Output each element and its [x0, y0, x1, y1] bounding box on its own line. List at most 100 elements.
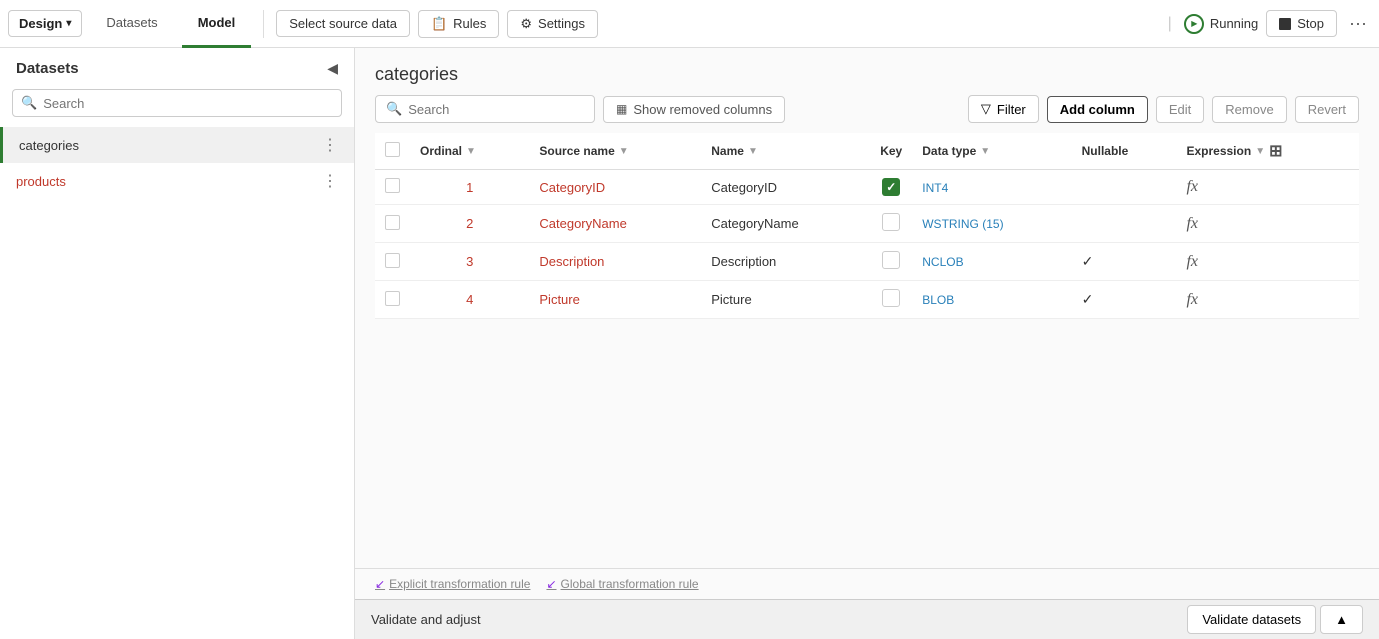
explicit-transformation-label: Explicit transformation rule: [389, 577, 530, 591]
table-row: 4 Picture Picture BLOB ✓ fx: [375, 281, 1359, 319]
show-removed-label: Show removed columns: [633, 102, 772, 117]
fx-icon: fx: [1186, 215, 1198, 232]
sidebar-title: Datasets: [16, 60, 79, 77]
row-4-source-name: Picture: [529, 281, 701, 319]
row-1-nullable: [1072, 170, 1177, 205]
row-2-expression[interactable]: fx: [1176, 205, 1359, 243]
validate-datasets-button[interactable]: Validate datasets: [1187, 605, 1316, 634]
collapse-sidebar-button[interactable]: ◀: [327, 60, 338, 77]
row-3-key-empty: [882, 251, 900, 269]
sidebar-search-input[interactable]: [43, 96, 333, 111]
global-transformation-link[interactable]: ↙ Global transformation rule: [546, 577, 698, 591]
table-wrap: Ordinal ▼ Source name ▼: [355, 133, 1379, 568]
header-expression: Expression ▼ ⊞: [1176, 133, 1359, 170]
row-3-name: Description: [701, 243, 870, 281]
show-removed-button[interactable]: ▦ Show removed columns: [603, 96, 785, 123]
bottom-bar: Validate and adjust Validate datasets ▲: [355, 599, 1379, 639]
sidebar-item-categories[interactable]: categories ⋮: [0, 127, 354, 163]
more-button[interactable]: ···: [1345, 9, 1371, 38]
row-1-expression[interactable]: fx: [1176, 170, 1359, 205]
settings-label: Settings: [538, 16, 585, 31]
content-title: categories: [375, 64, 1359, 85]
row-1-key-checked: [882, 178, 900, 196]
settings-button[interactable]: ⚙ Settings: [507, 10, 598, 38]
content-toolbar: 🔍 ▦ Show removed columns ▽ Filter Add co…: [375, 95, 1359, 123]
expand-bottom-bar-button[interactable]: ▲: [1320, 605, 1363, 634]
row-3-checkbox-cell[interactable]: [375, 243, 410, 281]
grid-small-icon: ▦: [616, 102, 627, 116]
row-4-key: [870, 281, 912, 319]
row-4-key-empty: [882, 289, 900, 307]
content-footer: ↙ Explicit transformation rule ↙ Global …: [355, 568, 1379, 599]
content-header: categories 🔍 ▦ Show removed columns ▽ Fi…: [355, 48, 1379, 133]
design-button[interactable]: Design ▾: [8, 10, 82, 37]
select-source-label: Select source data: [289, 16, 397, 31]
row-4-expression[interactable]: fx: [1176, 281, 1359, 319]
content-search-input[interactable]: [408, 102, 584, 117]
row-3-source-name: Description: [529, 243, 701, 281]
expression-grid-icon[interactable]: ⊞: [1269, 141, 1282, 161]
global-arrow-icon: ↙: [546, 577, 556, 591]
row-3-checkbox[interactable]: [385, 253, 400, 268]
row-4-checkbox[interactable]: [385, 291, 400, 306]
row-3-ordinal: 3: [410, 243, 529, 281]
row-1-checkbox-cell[interactable]: [375, 170, 410, 205]
row-2-checkbox-cell[interactable]: [375, 205, 410, 243]
header-data-type: Data type ▼: [912, 133, 1071, 170]
explicit-arrow-icon: ↙: [375, 577, 385, 591]
source-name-sort-icon[interactable]: ▼: [619, 146, 629, 157]
name-sort-icon[interactable]: ▼: [748, 146, 758, 157]
add-column-button[interactable]: Add column: [1047, 96, 1148, 123]
row-2-checkbox[interactable]: [385, 215, 400, 230]
sidebar-item-label-categories: categories: [19, 138, 79, 153]
rules-button[interactable]: 📋 Rules: [418, 10, 499, 38]
expression-sort-icon[interactable]: ▼: [1255, 146, 1265, 157]
select-all-checkbox[interactable]: [385, 142, 400, 157]
running-label: Running: [1210, 16, 1258, 31]
row-3-expression[interactable]: fx: [1176, 243, 1359, 281]
explicit-transformation-link[interactable]: ↙ Explicit transformation rule: [375, 577, 530, 591]
topbar: Design ▾ Datasets Model Select source da…: [0, 0, 1379, 48]
data-type-sort-icon[interactable]: ▼: [980, 146, 990, 157]
running-indicator: Running: [1184, 14, 1258, 34]
filter-icon: ▽: [981, 101, 991, 117]
rules-icon: 📋: [431, 16, 447, 32]
row-4-data-type: BLOB: [912, 281, 1071, 319]
revert-button[interactable]: Revert: [1295, 96, 1359, 123]
header-select-all[interactable]: [375, 133, 410, 170]
ordinal-sort-icon[interactable]: ▼: [466, 146, 476, 157]
stop-button[interactable]: Stop: [1266, 10, 1337, 37]
sidebar-item-products[interactable]: products ⋮: [0, 163, 354, 199]
validate-adjust-label: Validate and adjust: [371, 612, 481, 627]
sidebar-items-list: categories ⋮ products ⋮: [0, 127, 354, 639]
remove-label: Remove: [1225, 102, 1273, 117]
content-area: categories 🔍 ▦ Show removed columns ▽ Fi…: [355, 48, 1379, 639]
edit-button[interactable]: Edit: [1156, 96, 1204, 123]
fx-icon: fx: [1186, 178, 1198, 195]
row-1-ordinal: 1: [410, 170, 529, 205]
tab-datasets[interactable]: Datasets: [90, 0, 173, 48]
sidebar-item-label-products: products: [16, 174, 66, 189]
row-2-nullable: [1072, 205, 1177, 243]
search-icon: 🔍: [21, 95, 37, 111]
chevron-down-icon: ▾: [66, 18, 71, 29]
row-3-data-type: NCLOB: [912, 243, 1071, 281]
row-4-nullable: ✓: [1072, 281, 1177, 319]
running-icon: [1184, 14, 1204, 34]
row-4-checkbox-cell[interactable]: [375, 281, 410, 319]
fx-icon: fx: [1186, 253, 1198, 270]
select-source-button[interactable]: Select source data: [276, 10, 410, 37]
content-search-wrap: 🔍: [375, 95, 595, 123]
sidebar-item-menu-categories[interactable]: ⋮: [322, 135, 338, 155]
remove-button[interactable]: Remove: [1212, 96, 1286, 123]
header-ordinal: Ordinal ▼: [410, 133, 529, 170]
validate-datasets-label: Validate datasets: [1202, 612, 1301, 627]
separator: [263, 10, 264, 38]
content-search-icon: 🔍: [386, 101, 402, 117]
row-1-name: CategoryID: [701, 170, 870, 205]
tab-model[interactable]: Model: [182, 0, 252, 48]
row-1-checkbox[interactable]: [385, 178, 400, 193]
stop-icon: [1279, 18, 1291, 30]
filter-button[interactable]: ▽ Filter: [968, 95, 1039, 123]
sidebar-item-menu-products[interactable]: ⋮: [322, 171, 338, 191]
